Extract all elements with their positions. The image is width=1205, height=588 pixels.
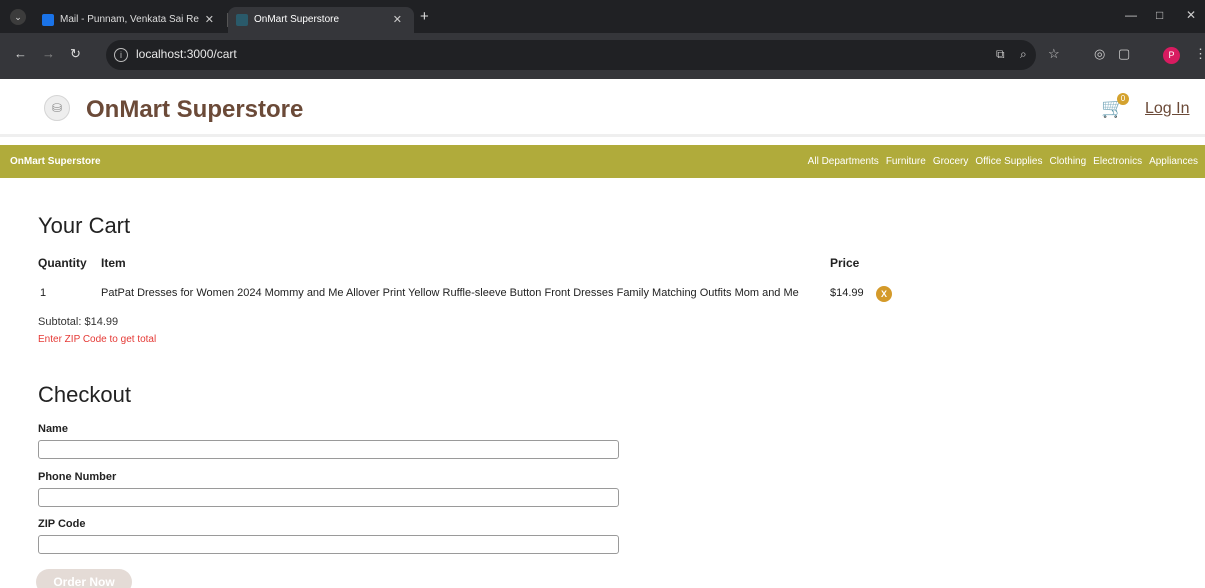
tab-search-icon[interactable]: ⌄: [10, 9, 26, 25]
site-title[interactable]: OnMart Superstore: [86, 96, 303, 124]
address-bar[interactable]: i localhost:3000/cart ⧉ ⌕: [106, 40, 1036, 70]
phone-label: Phone Number: [38, 471, 117, 483]
reload-icon[interactable]: ↻: [70, 46, 81, 62]
name-input[interactable]: [38, 440, 619, 459]
nav-link-electronics[interactable]: Electronics: [1093, 156, 1142, 167]
extensions-puzzle-icon[interactable]: ▢: [1118, 46, 1130, 62]
browser-tab-mail[interactable]: Mail - Punnam, Venkata Sai Re ✕: [34, 7, 226, 33]
site-header: ⛁ OnMart Superstore 🛒 0 Log In: [0, 79, 1205, 137]
order-now-button[interactable]: Order Now: [36, 569, 132, 588]
column-header-item: Item: [101, 256, 126, 270]
window-close-icon[interactable]: ✕: [1186, 8, 1196, 22]
cart-count-badge: 0: [1117, 93, 1129, 105]
profile-avatar[interactable]: P: [1163, 47, 1180, 64]
tab-title: Mail - Punnam, Venkata Sai Re: [60, 14, 199, 25]
name-label: Name: [38, 423, 68, 435]
zip-required-message: Enter ZIP Code to get total: [38, 334, 157, 345]
zip-label: ZIP Code: [38, 518, 86, 530]
department-nav: OnMart Superstore All Departments Furnit…: [0, 145, 1205, 178]
nav-link-furniture[interactable]: Furniture: [886, 156, 926, 167]
menu-dots-icon[interactable]: ⋮: [1194, 46, 1205, 62]
nav-link-all-departments[interactable]: All Departments: [808, 156, 879, 167]
nav-link-appliances[interactable]: Appliances: [1149, 156, 1198, 167]
cast-icon[interactable]: ⧉: [996, 47, 1005, 62]
column-header-quantity: Quantity: [38, 256, 87, 270]
url-text[interactable]: localhost:3000/cart: [136, 47, 237, 61]
browser-toolbar: ← → ↻ i localhost:3000/cart ⧉ ⌕ ☆ ◎ ▢ P …: [0, 33, 1205, 79]
row-quantity: 1: [40, 287, 47, 299]
login-link[interactable]: Log In: [1145, 100, 1189, 118]
nav-link-office-supplies[interactable]: Office Supplies: [975, 156, 1042, 167]
tab-title: OnMart Superstore: [254, 14, 340, 25]
nav-link-clothing[interactable]: Clothing: [1049, 156, 1086, 167]
new-tab-icon[interactable]: +: [420, 8, 429, 25]
site-info-icon[interactable]: i: [114, 48, 128, 62]
site-favicon-icon: [236, 14, 248, 26]
checkout-heading: Checkout: [38, 382, 131, 407]
back-arrow-icon[interactable]: ←: [14, 46, 27, 61]
row-item-name: PatPat Dresses for Women 2024 Mommy and …: [101, 287, 799, 299]
zoom-icon[interactable]: ⌕: [1020, 47, 1027, 62]
forward-arrow-icon[interactable]: →: [42, 46, 55, 61]
remove-item-button[interactable]: X: [876, 286, 892, 302]
nav-link-grocery[interactable]: Grocery: [933, 156, 969, 167]
nav-brand-link[interactable]: OnMart Superstore: [10, 156, 101, 167]
zip-input[interactable]: [38, 535, 619, 554]
bookmark-star-icon[interactable]: ☆: [1048, 46, 1060, 62]
extension-circle-icon[interactable]: ◎: [1094, 46, 1105, 62]
phone-input[interactable]: [38, 488, 619, 507]
tab-close-icon[interactable]: ✕: [205, 7, 214, 33]
browser-tab-bar: ⌄ Mail - Punnam, Venkata Sai Re ✕ OnMart…: [0, 0, 1205, 33]
subtotal-text: Subtotal: $14.99: [38, 316, 119, 328]
column-header-price: Price: [830, 256, 860, 270]
outlook-icon: [42, 14, 54, 26]
store-logo-icon[interactable]: ⛁: [44, 95, 70, 121]
browser-tab-onmart[interactable]: OnMart Superstore ✕: [228, 7, 414, 33]
row-price: $14.99: [830, 287, 864, 299]
cart-heading: Your Cart: [38, 213, 131, 238]
nav-links: All Departments Furniture Grocery Office…: [808, 156, 1198, 167]
minimize-icon[interactable]: —: [1125, 8, 1137, 22]
cart-icon[interactable]: 🛒 0: [1101, 93, 1129, 120]
tab-close-icon[interactable]: ✕: [393, 7, 402, 33]
restore-icon[interactable]: □: [1156, 8, 1163, 22]
